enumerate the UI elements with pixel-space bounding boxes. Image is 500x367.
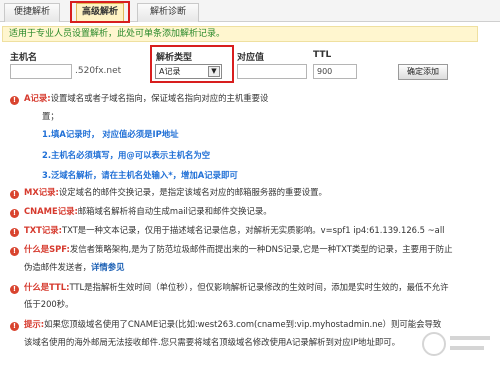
exclamation-bullet-icon: ! bbox=[10, 285, 19, 294]
record-type-value: A记录 bbox=[159, 67, 181, 76]
tab-resolve-diagnosis[interactable]: 解析诊断 bbox=[137, 3, 199, 22]
info-tip-cont: 该域名使用的海外邮局无法接收邮件.您只需要将域名顶级域名修改使用A记录解析到对应… bbox=[24, 337, 401, 347]
info-a-rule-2: 2.主机名必须填写，用@可以表示主机名为空 bbox=[42, 150, 211, 160]
host-input[interactable] bbox=[10, 64, 72, 79]
value-label: 对应值 bbox=[237, 53, 265, 63]
info-spf: ! 什么是SPF:发信者策略架构,是为了防范垃圾邮件而提出来的一种DNS记录,它是… bbox=[10, 243, 452, 256]
record-type-select[interactable]: A记录 ▼ bbox=[155, 64, 222, 79]
tab-quick-resolve[interactable]: 便捷解析 bbox=[4, 3, 60, 22]
exclamation-bullet-icon: ! bbox=[10, 96, 19, 105]
watermark-logo bbox=[422, 332, 490, 356]
info-a-rule-1: 1.填A记录时， 对应值必须是IP地址 bbox=[42, 129, 179, 139]
image-smudge-2 bbox=[350, 130, 410, 144]
tab-strip: 便捷解析 高级解析 解析诊断 bbox=[0, 0, 500, 23]
info-a-record: ! A记录:设置域名或者子域名指向，保证域名指向对应的主机重要设 bbox=[10, 92, 268, 105]
info-cname-record: ! CNAME记录:邮箱域名解析将自动生成mail记录和邮件交换记录。 bbox=[10, 205, 272, 218]
dns-panel: 便捷解析 高级解析 解析诊断 适用于专业人员设置解析，此处可单条添加解析记录。 … bbox=[0, 0, 500, 367]
info-ttl: ! 什么是TTL:TTL是指解析生效时间（单位秒），但仅影响解析记录修改的生效时间… bbox=[10, 281, 449, 294]
info-a-record-cont: 置； bbox=[42, 111, 59, 121]
exclamation-bullet-icon: ! bbox=[10, 322, 19, 331]
exclamation-bullet-icon: ! bbox=[10, 190, 19, 199]
info-a-rule-3: 3.泛域名解析，请在主机名处输入*，增加A记录即可 bbox=[42, 170, 238, 180]
ttl-label: TTL bbox=[313, 50, 332, 60]
exclamation-bullet-icon: ! bbox=[10, 209, 19, 218]
info-ttl-cont: 低于200秒。 bbox=[24, 299, 74, 309]
confirm-add-button[interactable]: 确定添加 bbox=[398, 64, 448, 80]
info-tip: ! 提示:如果您顶级域名使用了CNAME记录(比如:west263.com(cna… bbox=[10, 318, 441, 331]
ttl-input[interactable]: 900 bbox=[313, 64, 357, 79]
exclamation-bullet-icon: ! bbox=[10, 247, 19, 256]
info-mx-record: ! MX记录:设定域名的邮件交换记录，是指定该域名对应的邮箱服务器的重要设置。 bbox=[10, 186, 327, 199]
advanced-tab-highlight bbox=[70, 1, 130, 23]
info-spf-cont: 伪造邮件发送者，详情参见 bbox=[24, 262, 125, 272]
spf-details-link[interactable]: 详情参见 bbox=[91, 262, 125, 272]
info-txt-record: ! TXT记录:TXT是一种文本记录，仅用于描述域名记录信息，对解析无实质影响。v… bbox=[10, 224, 444, 237]
notice-bar: 适用于专业人员设置解析，此处可单条添加解析记录。 bbox=[2, 26, 478, 42]
host-label: 主机名 bbox=[10, 53, 38, 63]
exclamation-bullet-icon: ! bbox=[10, 228, 19, 237]
chevron-down-icon[interactable]: ▼ bbox=[208, 66, 220, 77]
value-input[interactable] bbox=[237, 64, 307, 79]
host-suffix: .520fx.net bbox=[75, 66, 122, 76]
